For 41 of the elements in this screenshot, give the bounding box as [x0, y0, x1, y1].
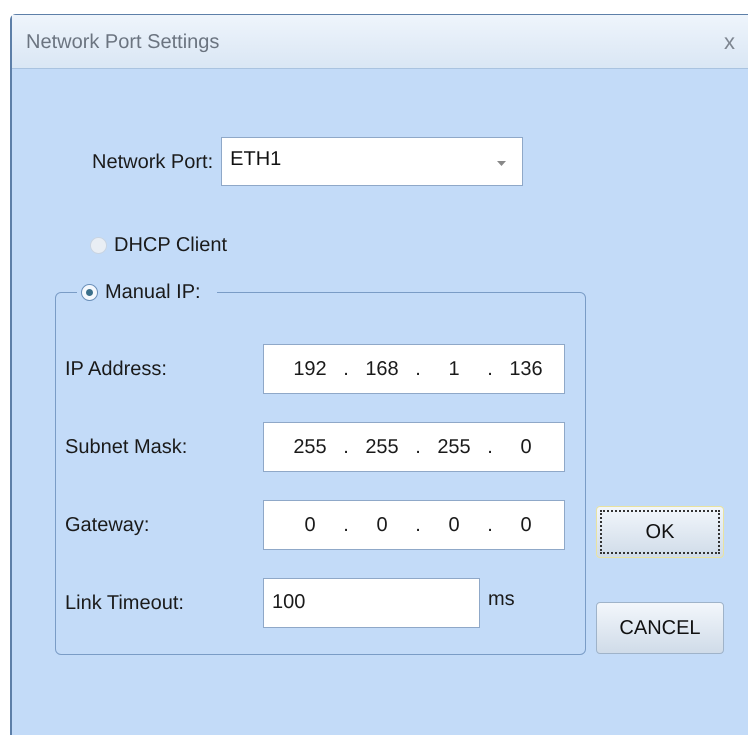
radio-button[interactable] [90, 236, 107, 254]
ip-separator: . [486, 435, 494, 460]
ip-separator: . [414, 435, 422, 460]
ip-address-field[interactable]: 0 . 0 . 0 . 0 [263, 500, 565, 550]
radio-label: DHCP Client [114, 233, 227, 258]
ip-octet: 0 [303, 513, 317, 538]
ip-octet: 255 [364, 435, 400, 460]
ip-octet: 255 [436, 435, 472, 460]
unit-label: ms [488, 587, 515, 612]
field-label: Gateway: [65, 513, 150, 538]
ip-separator: . [486, 513, 494, 538]
port-dropdown[interactable]: ETH1 [221, 137, 524, 186]
ip-separator: . [486, 357, 494, 382]
dialog-button[interactable]: OK [596, 506, 724, 558]
ip-address-field[interactable]: 192 . 168 . 1 . 136 [263, 344, 565, 394]
dropdown-arrow-icon [497, 161, 506, 166]
ip-octet: 0 [519, 435, 533, 460]
ip-separator: . [342, 357, 350, 382]
timeout-field[interactable]: 100 [263, 578, 480, 628]
ip-octet: 168 [364, 357, 400, 382]
field-label: Subnet Mask: [65, 435, 188, 460]
window-title: Network Port Settings [26, 30, 220, 54]
radio-label: Manual IP: [105, 280, 201, 305]
ip-octet: 255 [292, 435, 328, 460]
ip-octet: 0 [375, 513, 389, 538]
ip-separator: . [342, 513, 350, 538]
field-label: Network Port: [92, 150, 214, 174]
ip-separator: . [342, 435, 350, 460]
ip-separator: . [414, 357, 422, 382]
dropdown-value: ETH1 [230, 147, 282, 172]
ip-octet: 0 [519, 513, 533, 538]
ip-octet: 136 [508, 357, 544, 382]
radio-button[interactable] [81, 284, 98, 300]
ip-address-field[interactable]: 255 . 255 . 255 . 0 [263, 422, 565, 472]
ip-octet: 192 [292, 357, 328, 382]
dialog-button[interactable]: CANCEL [596, 602, 724, 654]
ip-octet: 1 [447, 357, 461, 382]
field-label: IP Address: [65, 357, 168, 382]
field-label: Link Timeout: [65, 591, 185, 616]
ip-separator: . [414, 513, 422, 538]
ip-octet: 0 [447, 513, 461, 538]
